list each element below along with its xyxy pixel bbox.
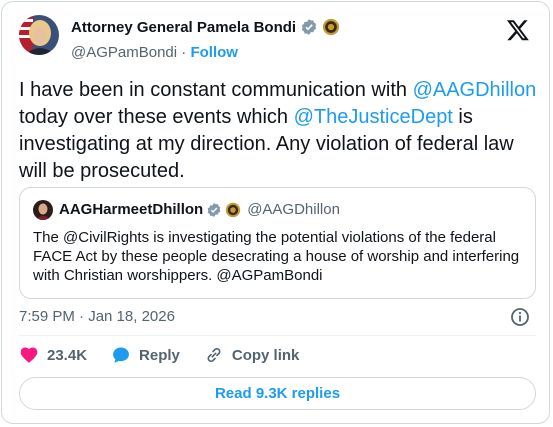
info-icon[interactable] (510, 307, 530, 327)
author-name[interactable]: Attorney General Pamela Bondi (71, 19, 296, 36)
post-text-part: today over these events which (19, 106, 294, 128)
quoted-author-row: AAGHarmeetDhillon @AAGDhillon (59, 201, 340, 218)
quoted-post-text: The @CivilRights is investigating the po… (33, 229, 520, 284)
reply-label: Reply (139, 346, 180, 364)
author-handle[interactable]: @AGPamBondi (71, 44, 177, 61)
action-bar: 23.4K Reply Copy link (19, 345, 323, 365)
reply-button[interactable]: Reply (111, 345, 180, 365)
separator-dot: · (181, 44, 187, 61)
author-name-row: Attorney General Pamela Bondi (71, 18, 340, 36)
government-seal-icon (225, 202, 241, 218)
heart-icon (19, 345, 39, 365)
read-replies-button[interactable]: Read 9.3K replies (19, 377, 536, 410)
like-button[interactable]: 23.4K (19, 345, 87, 365)
author-handle-row: @AGPamBondi · Follow (71, 44, 238, 61)
quoted-author-name[interactable]: AAGHarmeetDhillon (59, 201, 203, 218)
like-count: 23.4K (47, 346, 88, 364)
quoted-post[interactable]: AAGHarmeetDhillon @AAGDhillon The @Civil… (19, 187, 536, 299)
mention-link[interactable]: @AAGDhillon (413, 79, 537, 101)
author-avatar[interactable] (19, 15, 59, 55)
post-text: I have been in constant communication wi… (19, 77, 539, 185)
verified-badge-icon (206, 202, 222, 218)
government-seal-icon (322, 18, 340, 36)
follow-link[interactable]: Follow (190, 44, 238, 61)
reply-bubble-icon (111, 345, 131, 365)
post-text-part: I have been in constant communication wi… (19, 79, 413, 101)
divider (19, 335, 536, 336)
link-icon (204, 345, 224, 365)
x-logo-icon[interactable] (506, 18, 530, 42)
post-timestamp[interactable]: 7:59 PM · Jan 18, 2026 (19, 308, 175, 325)
verified-badge-icon (300, 18, 318, 36)
mention-link[interactable]: @TheJusticeDept (294, 106, 453, 128)
quoted-author-avatar[interactable] (33, 200, 53, 220)
copy-link-button[interactable]: Copy link (204, 345, 300, 365)
copy-link-label: Copy link (231, 346, 300, 364)
quoted-author-handle[interactable]: @AAGDhillon (247, 201, 340, 218)
embedded-post-card: Attorney General Pamela Bondi @AGPamBond… (1, 1, 550, 424)
